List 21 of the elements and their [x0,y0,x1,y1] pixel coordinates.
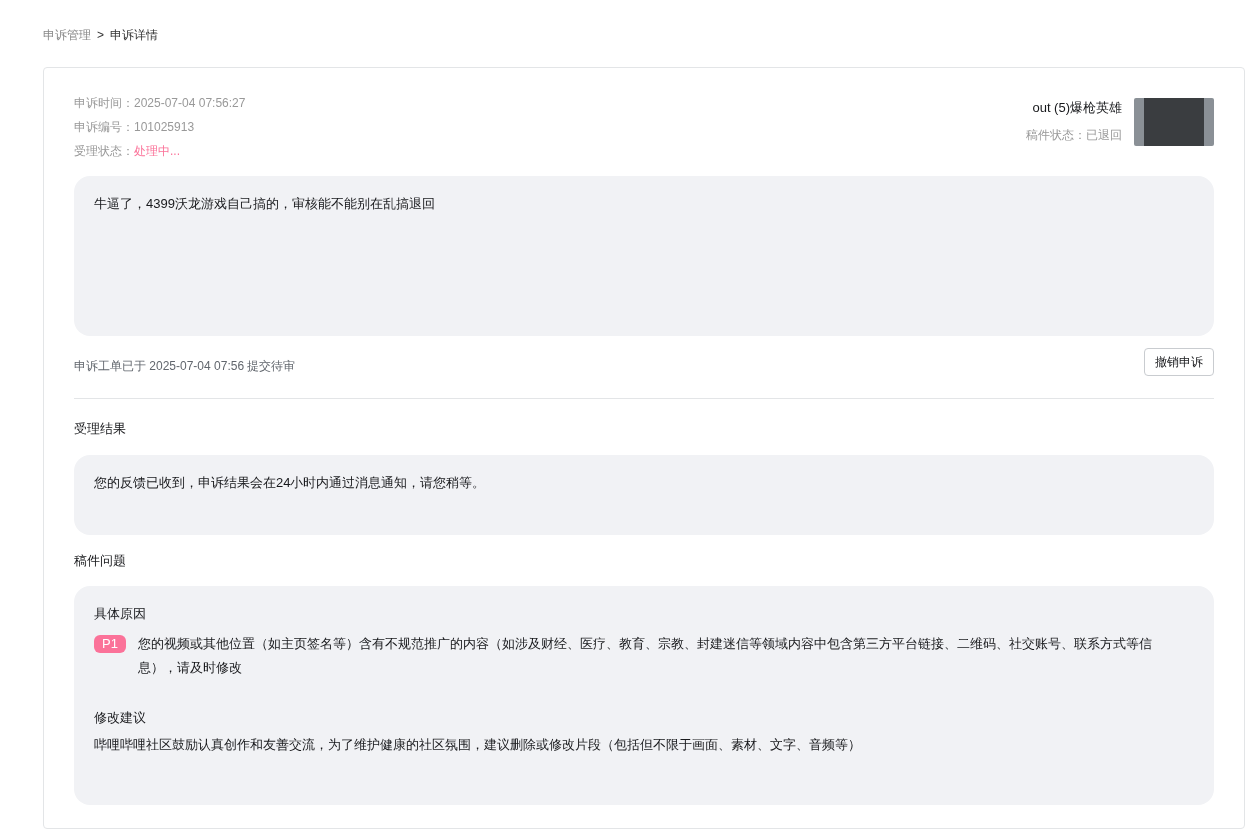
breadcrumb-current: 申诉详情 [110,27,158,44]
section-heading: 稿件问题 [74,551,127,570]
reason-text: 您的视频或其他位置（如主页签名等）含有不规范推广的内容（如涉及财经、医疗、教育、宗教、封建迷信等领域内容中包含第三方平台链接、二维码、社交账号、联系方式等信息），请及时修改 [137,634,1153,677]
breadcrumb-link[interactable]: 申诉管理 [43,26,91,44]
video-status: 稿件状态：已退回 [1026,126,1122,144]
appeal-number: 申诉编号：101025913 [74,119,196,136]
result-text: 您的反馈已收到，申诉结果会在24小时内通过消息通知，请您稍等。 [74,454,1214,535]
priority-badge: P1 [94,634,126,653]
suggestion-heading: 修改建议 [94,708,147,727]
withdraw-appeal-button[interactable]: 撤销申诉 [1144,348,1214,376]
appeal-time: 申诉时间：2025-07-04 07:56:27 [74,95,246,112]
reason-heading: 具体原因 [94,605,147,623]
section-heading: 受理结果 [74,420,127,438]
suggestion-text: 哔哩哔哩社区鼓励认真创作和友善交流，为了维护健康的社区氛围，建议删除或修改片段（包括但不限于画面、素材、文字、音频等） [94,736,862,754]
video-title[interactable]: out (5)爆枪英雄 [1032,98,1122,118]
video-thumbnail[interactable] [1134,98,1214,146]
submitted-note: 申诉工单已于 2025-07-04 07:56 提交待审 [74,358,296,375]
breadcrumb-separator: > [97,27,104,44]
appeal-text: 牛逼了，4399沃龙游戏自己搞的，审核能不能别在乱搞退回 [74,176,1214,336]
status-value: 处理中... [134,143,180,160]
status-label: 受理状态： [74,143,134,160]
